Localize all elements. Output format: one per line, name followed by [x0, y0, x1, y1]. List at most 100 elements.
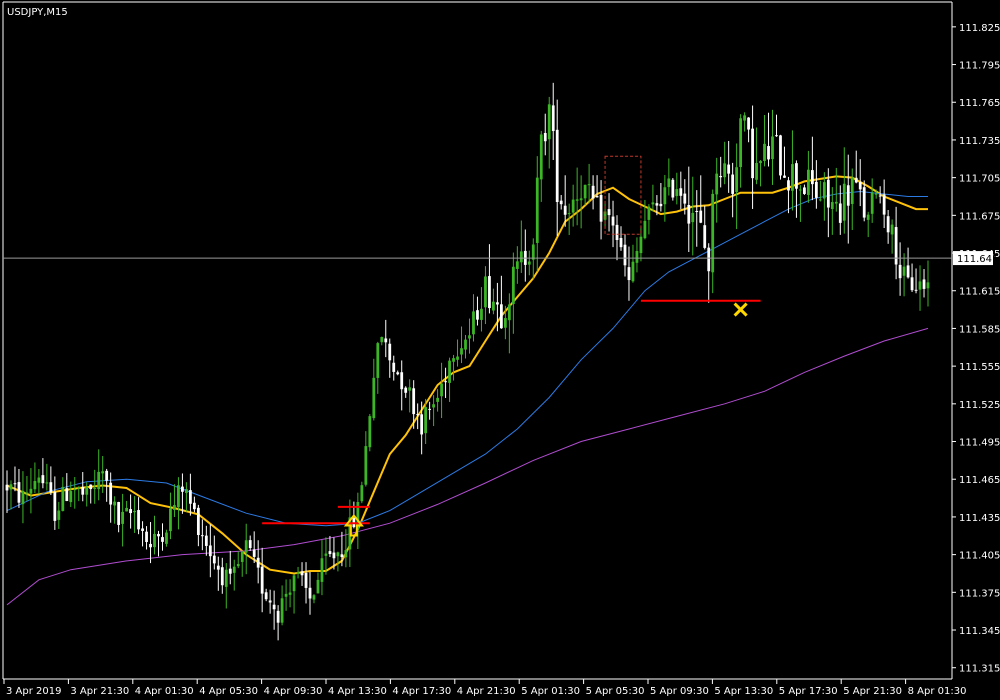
candle-body [563, 205, 567, 215]
candle-body [862, 187, 866, 218]
candle-body [663, 187, 667, 205]
candle-body [105, 470, 109, 481]
y-tick-label: 111.375 [959, 588, 1000, 599]
candle-body [910, 277, 914, 291]
candle-body [531, 244, 535, 260]
candle-body [515, 261, 519, 269]
candle-body [360, 485, 364, 502]
candle-body [882, 194, 886, 215]
candle-body [830, 202, 834, 210]
candle-body [97, 471, 101, 490]
candle-body [69, 491, 73, 503]
candle-body [918, 281, 922, 290]
candle-body [519, 251, 523, 263]
candle-body [715, 173, 719, 195]
candle-body [300, 571, 304, 576]
candle-body [468, 335, 471, 339]
candle-body [651, 202, 655, 205]
candle-body [408, 387, 412, 391]
candle-body [906, 265, 910, 278]
candle-body [400, 372, 404, 390]
candle-body [503, 318, 507, 328]
candle-body [727, 164, 731, 174]
candle-body [619, 238, 623, 248]
candle-body [767, 146, 770, 160]
candle-body [304, 572, 308, 588]
candle-body [695, 210, 699, 212]
candle-body [240, 551, 244, 562]
candle-body [157, 533, 160, 537]
candle-body [212, 555, 216, 564]
candle-body [779, 135, 782, 176]
candle-body [611, 216, 615, 226]
candle-body [810, 170, 814, 185]
candle-body [316, 579, 320, 594]
candle-body [153, 533, 156, 548]
y-tick-label: 111.735 [959, 136, 1000, 147]
candle-body [795, 163, 798, 189]
candle [779, 134, 782, 180]
candle-body [667, 178, 671, 188]
candle-body [464, 339, 467, 350]
candle-body [121, 511, 125, 524]
candle-body [480, 308, 483, 320]
candle-body [499, 304, 503, 329]
candle-body [623, 244, 627, 266]
x-tick-label: 5 Apr 01:30 [521, 686, 580, 697]
candle-body [276, 610, 280, 623]
x-tick-label: 5 Apr 09:30 [650, 686, 709, 697]
candle-body [145, 531, 148, 543]
candle-body [49, 482, 53, 493]
y-tick-label: 111.315 [959, 664, 1000, 675]
candle-body [579, 198, 583, 201]
candle-body [755, 162, 758, 180]
y-tick-label: 111.405 [959, 551, 1000, 562]
candle-body [81, 487, 85, 495]
x-tick-label: 5 Apr 21:30 [843, 686, 902, 697]
candle-body [914, 289, 918, 291]
candle-body [117, 502, 121, 525]
candle-body [45, 482, 49, 484]
candle-body [555, 129, 559, 202]
candle-body [280, 598, 284, 623]
candle-body [196, 507, 200, 536]
candle-body [133, 510, 136, 513]
candle-body [101, 471, 105, 474]
candle-body [591, 185, 595, 199]
candle-body [29, 488, 33, 494]
candle-body [747, 117, 750, 130]
candle-body [141, 528, 144, 531]
candle-body [814, 181, 818, 198]
candle-body [691, 212, 695, 223]
candle-body [707, 247, 711, 272]
candle-body [635, 251, 639, 263]
candle-body [420, 414, 424, 435]
candle-body [324, 553, 328, 556]
candle-body [308, 587, 312, 599]
x-tick-label: 4 Apr 17:30 [392, 686, 451, 697]
candle-body [232, 566, 236, 573]
x-tick-label: 4 Apr 01:30 [135, 686, 194, 697]
price-chart[interactable]: USDJPY,M15 111.825 111.795 111.765 111.735 1… [0, 0, 1000, 700]
candle-body [886, 216, 890, 233]
candle-body [878, 195, 882, 197]
candle-body [472, 311, 475, 335]
candle-body [424, 407, 428, 434]
candle-body [149, 543, 152, 548]
candle-body [388, 343, 392, 361]
candle-body [264, 592, 268, 600]
candle-body [125, 507, 129, 512]
candle-body [13, 483, 17, 485]
candle-body [551, 105, 555, 132]
candle-body [33, 481, 37, 490]
x-tick-label: 5 Apr 17:30 [779, 686, 838, 697]
candle [671, 178, 675, 201]
candle-body [902, 266, 906, 276]
y-tick-label: 111.795 [959, 61, 1000, 72]
candle-body [252, 549, 256, 557]
candle-body [208, 545, 212, 557]
candle-body [404, 387, 408, 393]
candle-body [216, 565, 220, 570]
x-tick-label: 4 Apr 05:30 [199, 686, 258, 697]
candle-body [771, 136, 774, 160]
